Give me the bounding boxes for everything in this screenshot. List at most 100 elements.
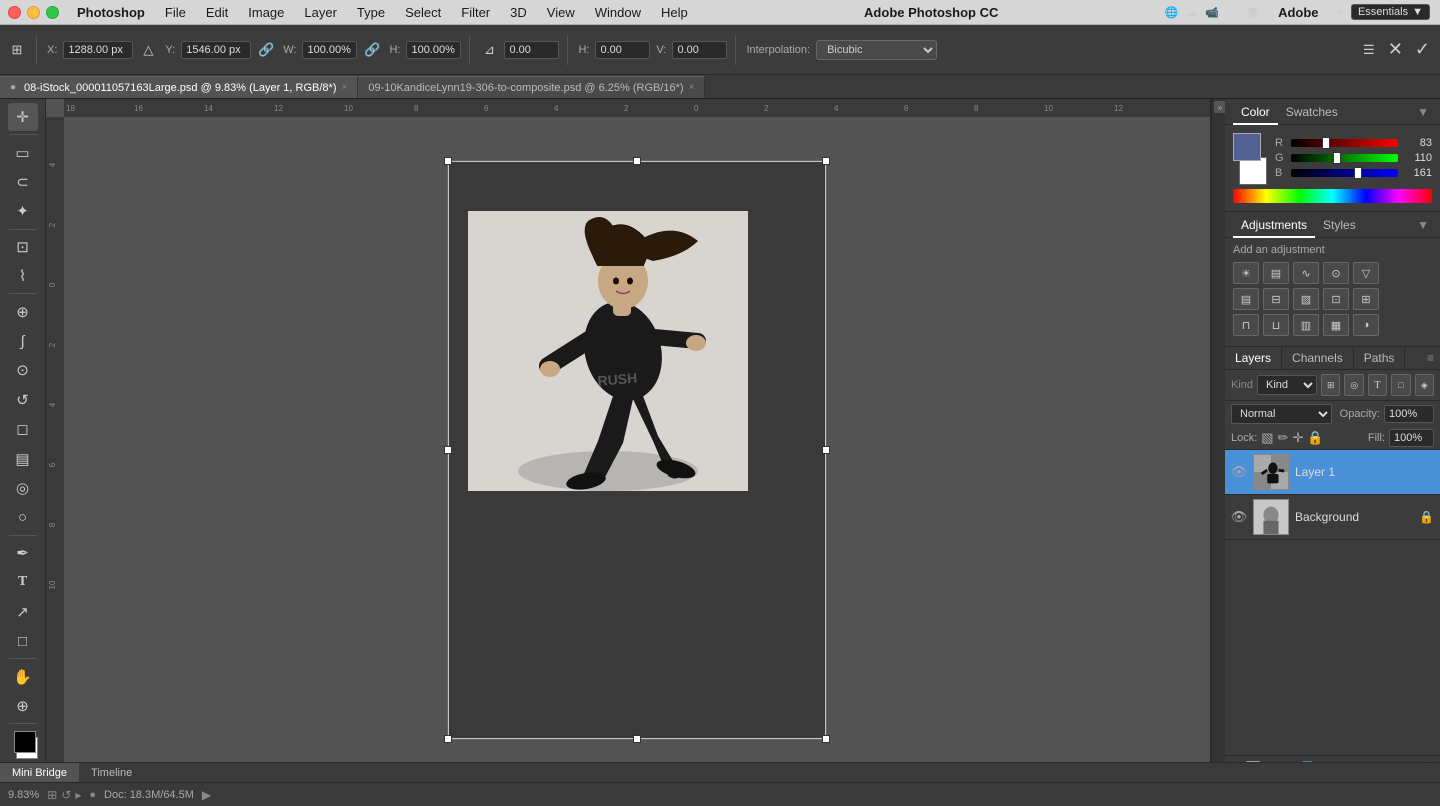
move-tool[interactable]: ✛	[8, 103, 38, 131]
menu-filter[interactable]: Filter	[451, 0, 500, 25]
adj-panel-expand[interactable]: ▼	[1414, 218, 1432, 232]
opacity-input[interactable]	[1384, 405, 1434, 423]
menu-type[interactable]: Type	[347, 0, 395, 25]
link-icon[interactable]: 🔗	[255, 39, 277, 61]
handle-mr[interactable]	[822, 446, 830, 454]
vibrance-adj-btn[interactable]: ▽	[1353, 262, 1379, 284]
gradient-tool[interactable]: ▤	[8, 445, 38, 473]
cancel-transform-button[interactable]: ✕	[1384, 39, 1407, 60]
w-input[interactable]	[302, 41, 357, 59]
invert-adj-btn[interactable]: ◑	[1353, 314, 1379, 336]
hand-tool[interactable]: ✋	[8, 662, 38, 690]
handle-ml[interactable]	[444, 446, 452, 454]
styles-tab[interactable]: Styles	[1315, 212, 1364, 238]
timeline-tab[interactable]: Timeline	[79, 763, 144, 783]
status-icon-3[interactable]: ▸	[75, 788, 81, 802]
history-brush-tool[interactable]: ↺	[8, 386, 38, 414]
handle-tm[interactable]	[633, 157, 641, 165]
background-visibility[interactable]: 👁	[1231, 509, 1247, 525]
magic-wand-tool[interactable]: ✦	[8, 197, 38, 225]
type-filter-btn[interactable]: T	[1368, 374, 1387, 396]
lasso-tool[interactable]: ⊂	[8, 168, 38, 196]
handle-tr[interactable]	[822, 157, 830, 165]
eyedropper-tool[interactable]: ⌇	[8, 262, 38, 290]
canvas-content[interactable]: ✛	[64, 117, 1210, 782]
menu-view[interactable]: View	[537, 0, 585, 25]
background-swatch[interactable]	[1239, 157, 1267, 185]
hsl-adj-btn[interactable]: ▤	[1233, 288, 1259, 310]
layer1-visibility[interactable]: 👁	[1231, 464, 1247, 480]
brush-tool[interactable]: ∫	[8, 327, 38, 355]
channel-mixer-adj-btn[interactable]: ⊞	[1353, 288, 1379, 310]
gradient-map-adj-btn[interactable]: ▥	[1293, 314, 1319, 336]
pixel-filter-btn[interactable]: ⊞	[1321, 374, 1340, 396]
interpolation-select[interactable]: Bicubic Bilinear Nearest Neighbor	[816, 40, 937, 60]
swatches-tab[interactable]: Swatches	[1278, 99, 1346, 125]
workspace-selector[interactable]: Essentials ▼	[1351, 4, 1430, 20]
rotate-input[interactable]	[504, 41, 559, 59]
curves-adj-btn[interactable]: ∿	[1293, 262, 1319, 284]
path-select-tool[interactable]: ↗	[8, 598, 38, 626]
menu-help[interactable]: Help	[651, 0, 698, 25]
type-tool[interactable]: T	[8, 568, 38, 596]
foreground-swatch[interactable]	[1233, 133, 1261, 161]
color-panel-expand[interactable]: ▼	[1414, 105, 1432, 119]
handle-br[interactable]	[822, 735, 830, 743]
photo-layer[interactable]: RUSH	[468, 211, 748, 491]
dodge-tool[interactable]: ○	[8, 503, 38, 531]
selective-color-adj-btn[interactable]: ▦	[1323, 314, 1349, 336]
threshold-adj-btn[interactable]: ⊔	[1263, 314, 1289, 336]
color-spectrum-bar[interactable]	[1233, 189, 1432, 203]
channels-tab[interactable]: Channels	[1282, 347, 1354, 369]
exposure-adj-btn[interactable]: ⊙	[1323, 262, 1349, 284]
foreground-color[interactable]	[14, 731, 36, 753]
status-icon-2[interactable]: ↺	[61, 788, 71, 802]
adjustments-tab[interactable]: Adjustments	[1233, 212, 1315, 238]
menu-edit[interactable]: Edit	[196, 0, 238, 25]
tab-2-close[interactable]: ×	[689, 82, 695, 93]
handle-tl[interactable]	[444, 157, 452, 165]
document-canvas[interactable]: ✛	[447, 160, 827, 740]
layers-tab[interactable]: Layers	[1225, 347, 1282, 369]
canvas-area[interactable]: 18 16 14 12 10 8 6 4 2 0 2 4 6 8 10 12	[46, 99, 1210, 782]
lock-transparent-btn[interactable]: ▧	[1261, 430, 1273, 446]
handle-bl[interactable]	[444, 735, 452, 743]
menu-select[interactable]: Select	[395, 0, 451, 25]
menu-window[interactable]: Window	[585, 0, 651, 25]
green-slider[interactable]	[1291, 154, 1398, 162]
link-proportional-icon[interactable]: 🔗	[361, 39, 383, 61]
shape-tool[interactable]: □	[8, 627, 38, 655]
blend-mode-select[interactable]: Normal Dissolve Multiply Screen Overlay	[1231, 404, 1332, 424]
lock-all-btn[interactable]: 🔒	[1307, 430, 1323, 446]
clone-tool[interactable]: ⊙	[8, 356, 38, 384]
paths-tab[interactable]: Paths	[1354, 347, 1406, 369]
brightness-adj-btn[interactable]: ☀	[1233, 262, 1259, 284]
status-icon-1[interactable]: ⊞	[47, 788, 57, 802]
tab-1[interactable]: ● 08-iStock_000011057163Large.psd @ 9.83…	[0, 76, 358, 98]
colorbal-adj-btn[interactable]: ⊟	[1263, 288, 1289, 310]
heal-tool[interactable]: ⊕	[8, 297, 38, 325]
skew-v-input[interactable]	[672, 41, 727, 59]
menu-image[interactable]: Image	[238, 0, 294, 25]
minimize-button[interactable]	[27, 6, 40, 19]
smart-filter-btn[interactable]: ◈	[1415, 374, 1434, 396]
maximize-button[interactable]	[46, 6, 59, 19]
confirm-transform-button[interactable]: ✓	[1411, 39, 1434, 60]
menu-layer[interactable]: Layer	[294, 0, 347, 25]
zoom-tool[interactable]: ⊕	[8, 692, 38, 720]
crop-tool[interactable]: ⊡	[8, 233, 38, 261]
photo-filter-adj-btn[interactable]: ⊡	[1323, 288, 1349, 310]
fill-input[interactable]	[1389, 429, 1434, 447]
status-next-btn[interactable]: ▶	[202, 788, 211, 802]
h-input[interactable]	[406, 41, 461, 59]
layer-item-layer1[interactable]: 👁	[1225, 450, 1440, 495]
layer-item-background[interactable]: 👁 Background 🔒	[1225, 495, 1440, 540]
lock-position-btn[interactable]: ✛	[1293, 430, 1304, 446]
menu-file[interactable]: File	[155, 0, 196, 25]
menu-3d[interactable]: 3D	[500, 0, 537, 25]
color-tab[interactable]: Color	[1233, 99, 1278, 125]
y-input[interactable]	[181, 41, 251, 59]
layers-panel-menu[interactable]: ≡	[1421, 347, 1440, 369]
close-button[interactable]	[8, 6, 21, 19]
lock-pixels-btn[interactable]: ✏	[1278, 430, 1289, 446]
